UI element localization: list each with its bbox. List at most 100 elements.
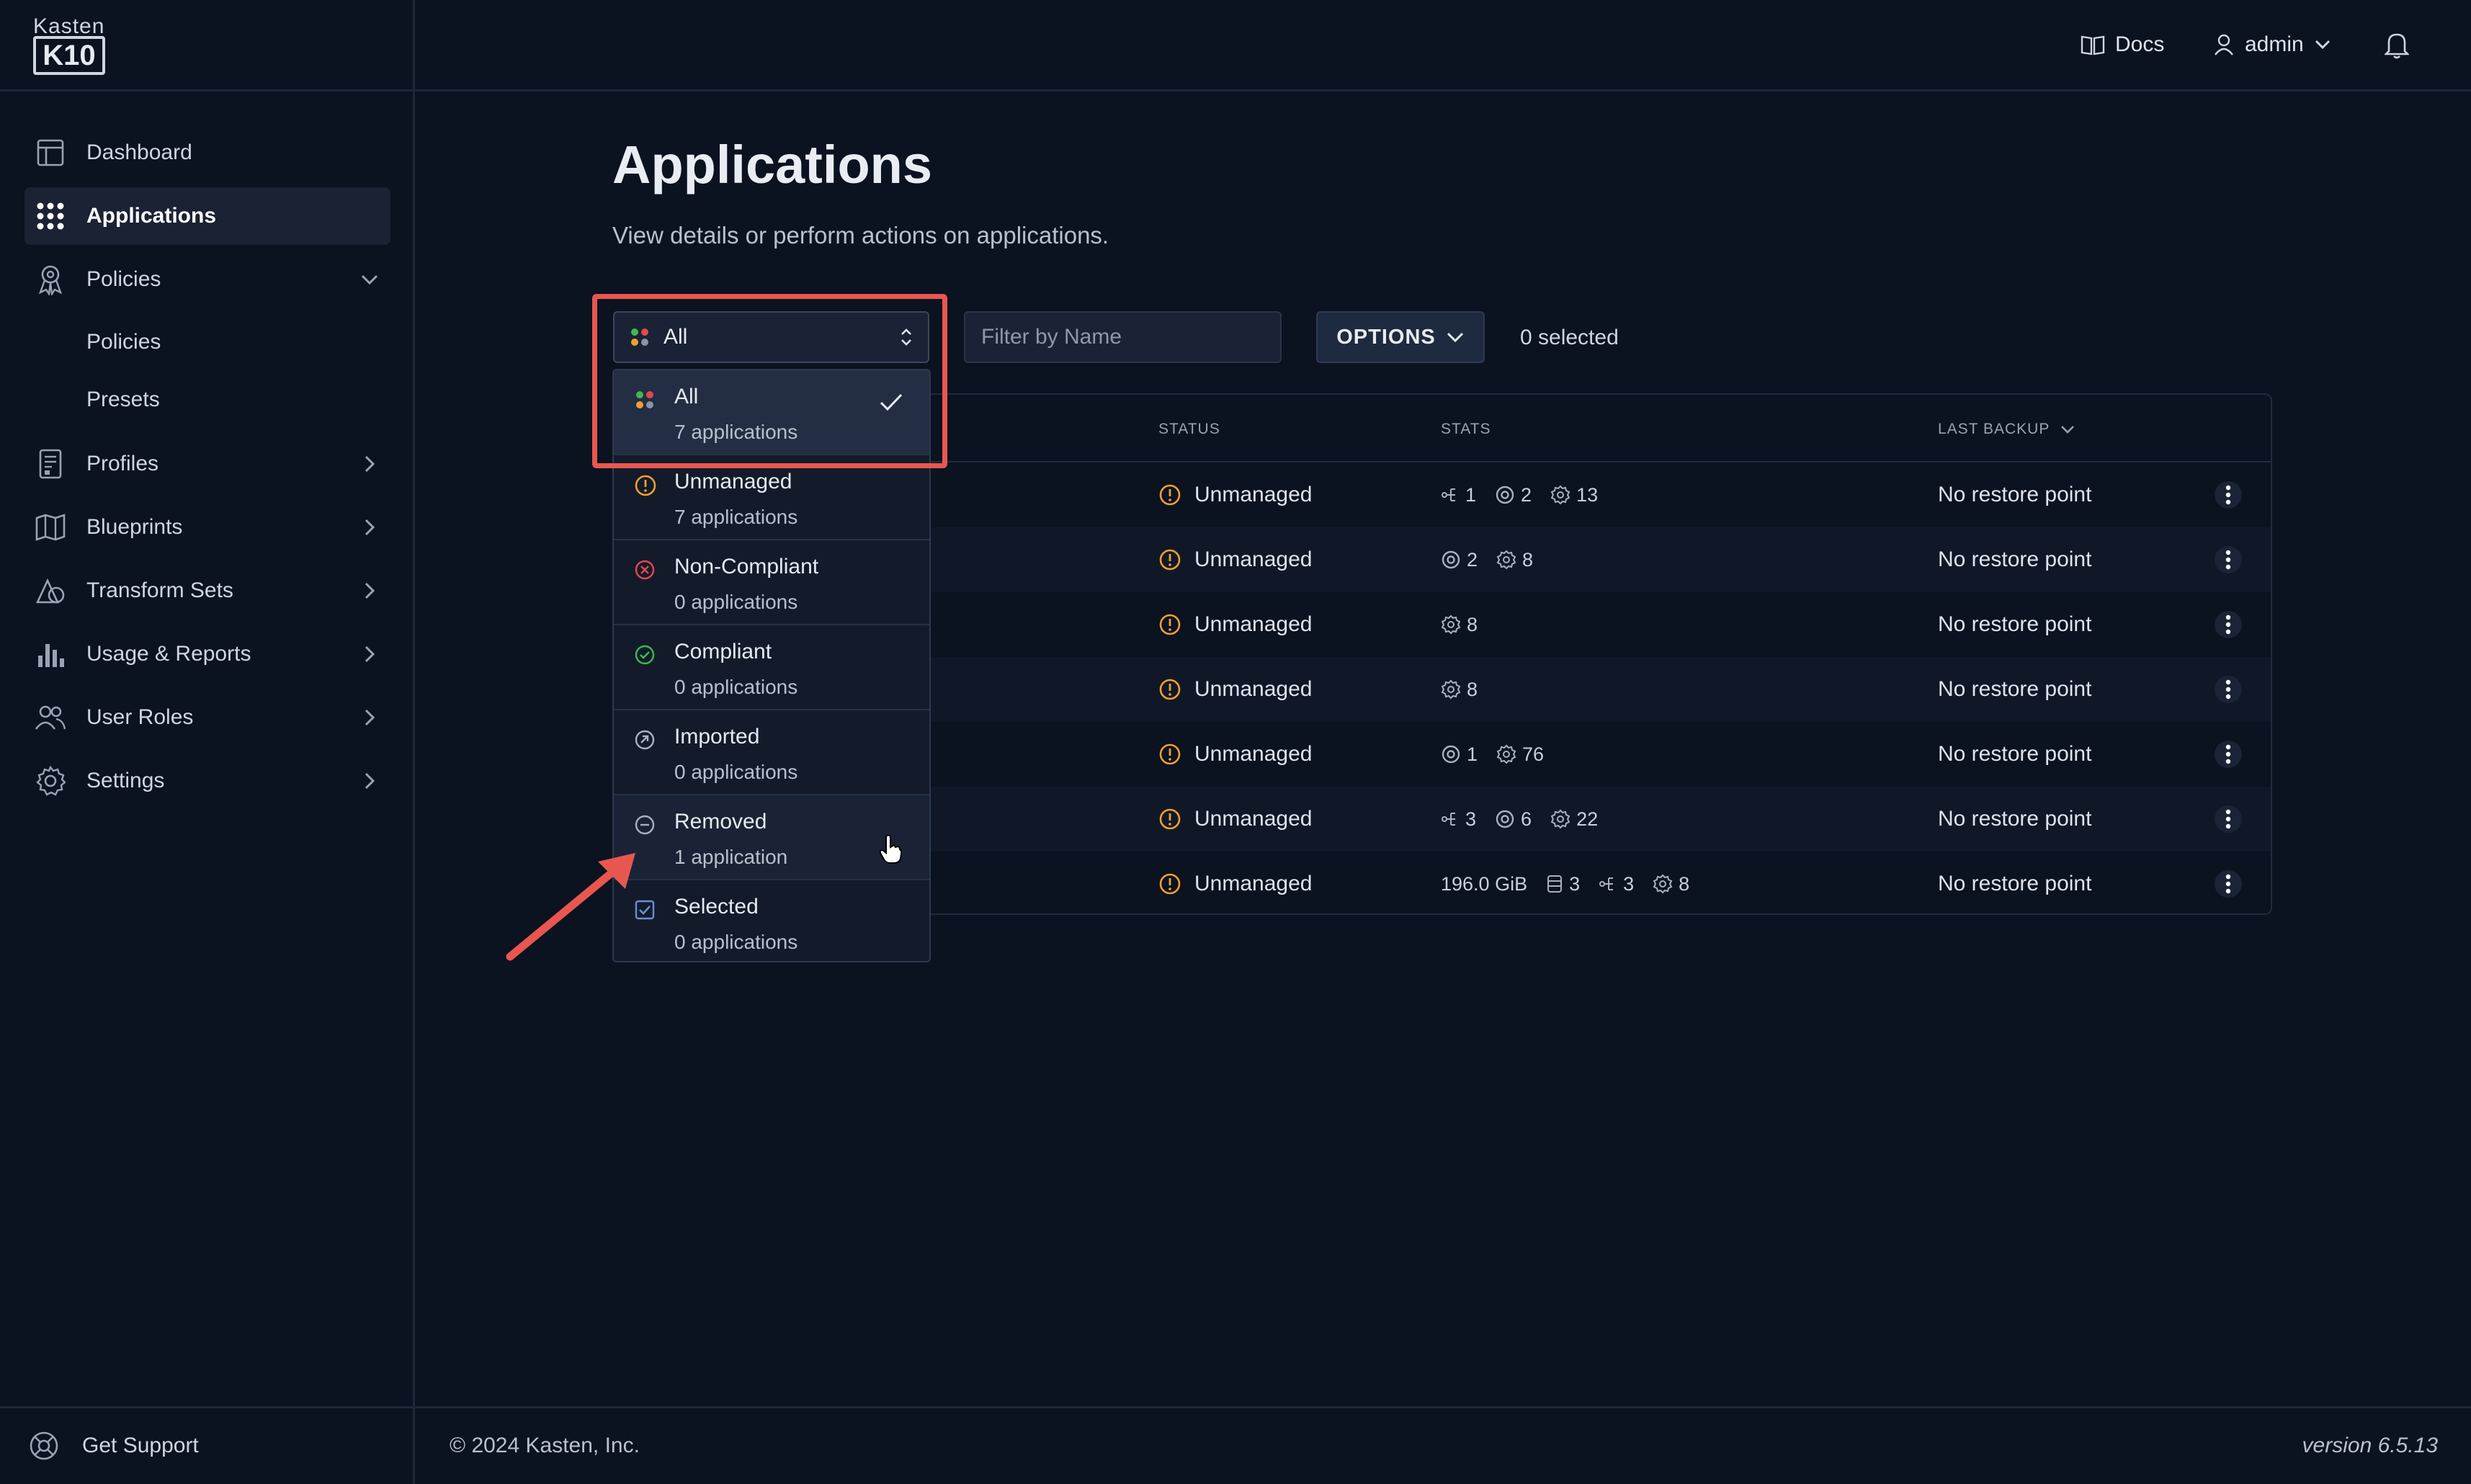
table-header: STATUS STATS LAST BACKUP <box>830 395 2271 462</box>
option-count: 7 applications <box>674 421 798 443</box>
more-actions-icon[interactable] <box>2215 676 2242 703</box>
user-menu[interactable]: admin <box>2213 29 2331 61</box>
status-cell: Unmanaged <box>1158 722 1312 787</box>
checkmark-icon <box>879 392 903 412</box>
logo-wordmark: Kasten <box>33 14 105 38</box>
chevron-right-icon <box>359 453 380 475</box>
option-count: 0 applications <box>674 931 798 953</box>
column-header-last-backup[interactable]: LAST BACKUP <box>1938 421 2075 438</box>
status-text: Unmanaged <box>1194 612 1313 636</box>
database-icon <box>1546 874 1563 894</box>
sidebar-divider <box>413 0 415 1484</box>
more-actions-icon[interactable] <box>2215 611 2242 638</box>
filter-by-name-input[interactable] <box>964 311 1282 363</box>
sidebar-item-label: Profiles <box>86 452 159 475</box>
page-subtitle: View details or perform actions on appli… <box>612 222 1109 249</box>
more-actions-icon[interactable] <box>2215 741 2242 768</box>
status-cell: Unmanaged <box>1158 527 1312 592</box>
import-circle-icon <box>634 729 656 751</box>
status-cell: Unmanaged <box>1158 851 1312 916</box>
more-actions-icon[interactable] <box>2215 481 2242 509</box>
bell-icon[interactable] <box>2385 30 2409 59</box>
stat-value: 8 <box>1522 548 1534 571</box>
status-cell: Unmanaged <box>1158 462 1312 527</box>
table-row[interactable]: Unmanaged 8 No restore point <box>830 592 2271 657</box>
options-button[interactable]: OPTIONS <box>1316 311 1485 363</box>
table-row[interactable]: Unmanaged 2 8 No restore point <box>830 527 2271 592</box>
docs-label: Docs <box>2115 32 2165 56</box>
status-text: Unmanaged <box>1194 807 1313 831</box>
last-backup-cell: No restore point <box>1938 807 2092 831</box>
warning-circle-icon <box>1158 483 1181 506</box>
chevron-right-icon <box>359 517 380 538</box>
column-header-label: LAST BACKUP <box>1938 421 2050 437</box>
sidebar-item-applications[interactable]: Applications <box>24 187 390 245</box>
status-text: Unmanaged <box>1194 483 1313 506</box>
footer-divider <box>0 1406 2471 1408</box>
sidebar-item-blueprints[interactable]: Blueprints <box>24 499 390 556</box>
filter-option-selected[interactable]: Selected 0 applications <box>614 880 929 961</box>
stat-item: 2 <box>1441 549 1478 571</box>
table-row[interactable]: Unmanaged 1 76 No restore point <box>830 722 2271 787</box>
table-row[interactable]: Unmanaged 196.0 GiB 3 3 8 No restore point <box>830 851 2271 916</box>
sidebar-item-label: Policies <box>86 267 161 291</box>
cog-icon <box>1550 485 1570 505</box>
stat-item: 2 <box>1495 484 1532 506</box>
sidebar-item-transform-sets[interactable]: Transform Sets <box>24 562 390 620</box>
option-label: Compliant <box>674 640 772 663</box>
dots-icon <box>629 326 651 348</box>
cog-icon <box>1653 874 1673 894</box>
more-actions-icon[interactable] <box>2215 805 2242 833</box>
last-backup-cell: No restore point <box>1938 742 2092 766</box>
sidebar-subitem-presets[interactable]: Presets <box>86 388 160 412</box>
stat-item: 76 <box>1496 743 1544 766</box>
warning-circle-icon <box>1158 808 1181 831</box>
minus-circle-icon <box>634 814 656 836</box>
chevron-down-icon <box>359 269 380 290</box>
more-actions-icon[interactable] <box>2215 870 2242 898</box>
status-cell: Unmanaged <box>1158 787 1312 851</box>
network-icon <box>1441 810 1460 828</box>
chevron-right-icon <box>359 707 380 728</box>
more-actions-icon[interactable] <box>2215 546 2242 573</box>
stat-value: 196.0 GiB <box>1441 872 1528 895</box>
chevron-updown-icon <box>899 326 913 349</box>
sidebar-subitem-policies[interactable]: Policies <box>86 330 161 354</box>
page-title: Applications <box>612 135 933 195</box>
stat-value: 13 <box>1576 483 1599 506</box>
table-row[interactable]: Unmanaged 3 6 22 No restore point <box>830 787 2271 851</box>
option-label: Unmanaged <box>674 470 792 493</box>
docs-link[interactable]: Docs <box>2081 29 2164 61</box>
filter-option-unmanaged[interactable]: Unmanaged 7 applications <box>614 455 929 540</box>
shapes-icon <box>35 575 66 607</box>
column-header-status[interactable]: STATUS <box>1158 421 1220 438</box>
sidebar-item-label: User Roles <box>86 705 194 729</box>
sidebar-item-policies[interactable]: Policies <box>24 251 390 308</box>
filter-option-imported[interactable]: Imported 0 applications <box>614 710 929 795</box>
get-support-label: Get Support <box>82 1434 199 1457</box>
get-support-link[interactable]: Get Support <box>29 1431 199 1461</box>
sidebar-item-usage-reports[interactable]: Usage & Reports <box>24 625 390 683</box>
sidebar-item-settings[interactable]: Settings <box>24 752 390 810</box>
hand-cursor-icon <box>879 834 902 864</box>
table-row[interactable]: Unmanaged 8 No restore point <box>830 657 2271 722</box>
sidebar-item-profiles[interactable]: Profiles <box>24 435 390 493</box>
sidebar-item-user-roles[interactable]: User Roles <box>24 689 390 746</box>
sidebar-item-dashboard[interactable]: Dashboard <box>24 124 390 182</box>
stat-item: 8 <box>1496 549 1533 571</box>
filter-option-non-compliant[interactable]: Non-Compliant 0 applications <box>614 540 929 625</box>
filter-option-all[interactable]: All 7 applications <box>614 370 929 455</box>
last-backup-cell: No restore point <box>1938 547 2092 571</box>
warning-circle-icon <box>634 474 656 496</box>
chevron-right-icon <box>359 643 380 665</box>
status-cell: Unmanaged <box>1158 592 1312 657</box>
stat-value: 3 <box>1465 808 1477 830</box>
stat-item: 3 <box>1441 808 1476 831</box>
stat-value: 6 <box>1521 808 1532 830</box>
status-filter-select[interactable]: All <box>613 311 929 363</box>
filter-option-compliant[interactable]: Compliant 0 applications <box>614 625 929 710</box>
sidebar-item-label: Blueprints <box>86 515 183 539</box>
sidebar-item-label: Usage & Reports <box>86 642 251 666</box>
table-row[interactable]: Unmanaged 1 2 13 No restore point <box>830 462 2271 527</box>
cog-icon <box>1496 744 1516 764</box>
